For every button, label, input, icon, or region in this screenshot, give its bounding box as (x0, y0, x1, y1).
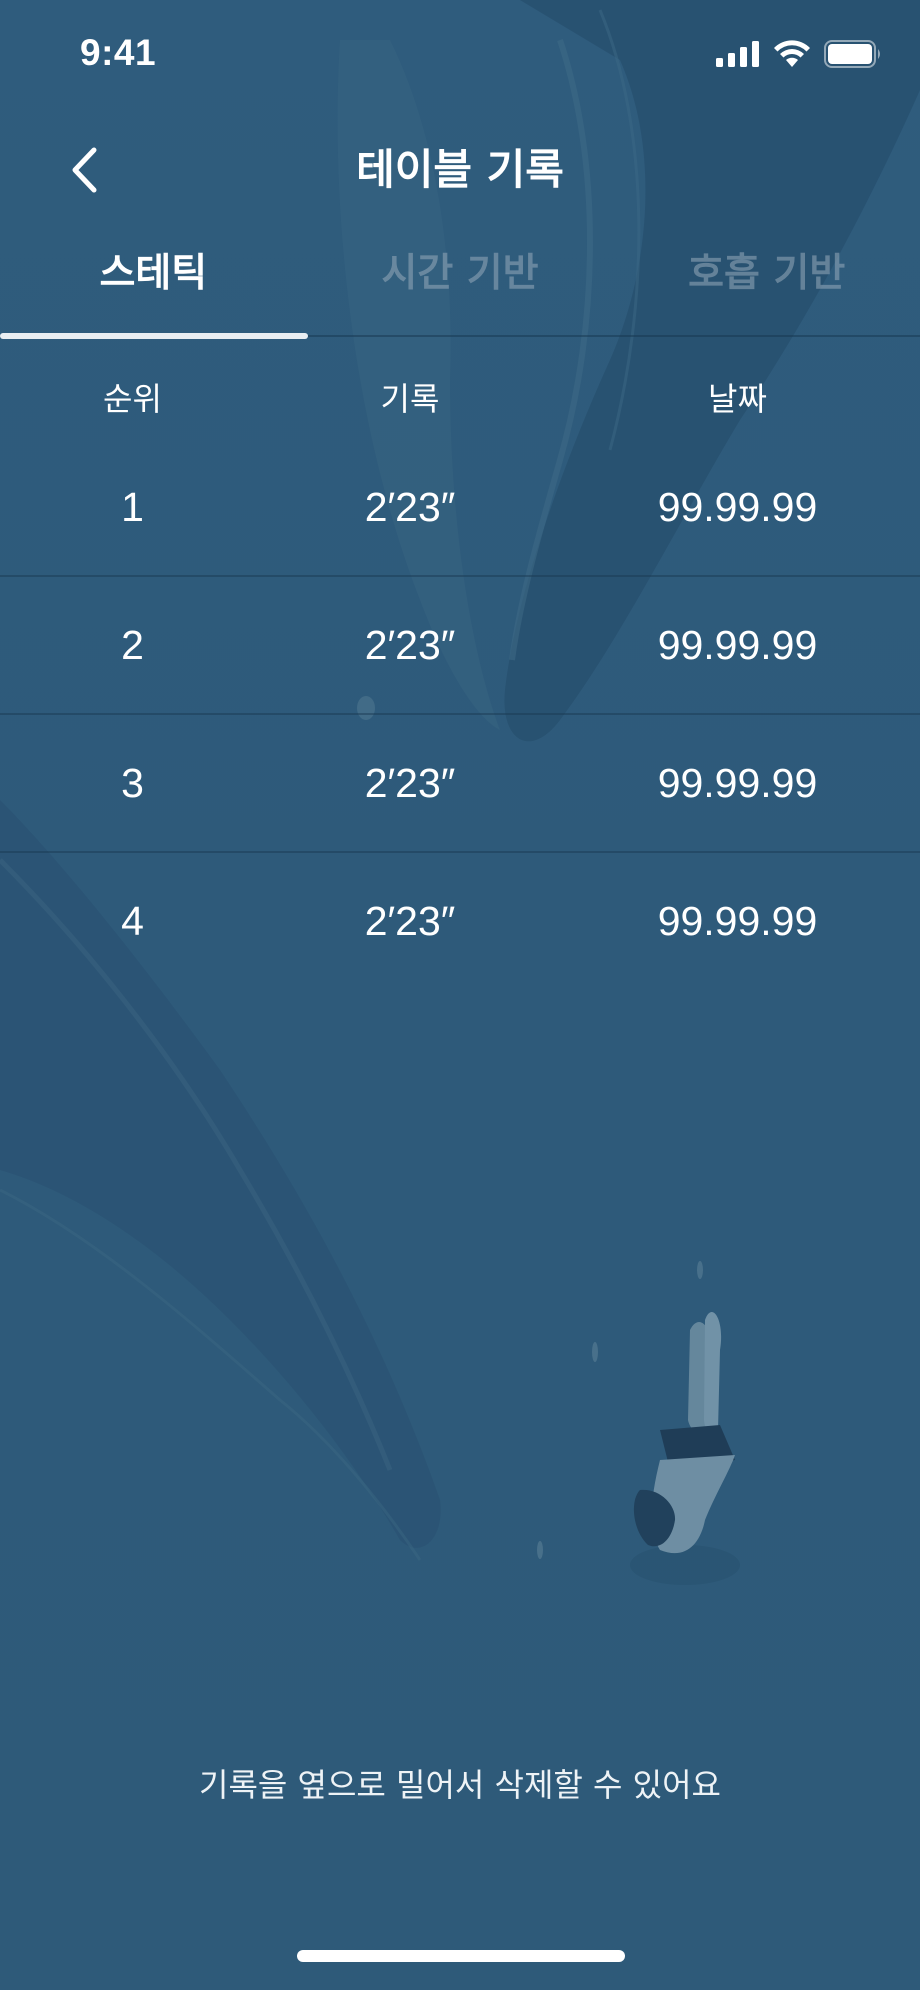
table-row[interactable]: 3 2′23″ 99.99.99 (0, 715, 920, 853)
date-cell: 99.99.99 (657, 483, 818, 530)
navigation-bar: 테이블 기록 (0, 120, 920, 220)
column-header-record: 기록 (380, 380, 440, 418)
home-indicator[interactable] (297, 1950, 625, 1962)
back-button[interactable] (56, 142, 112, 198)
table-row[interactable]: 4 2′23″ 99.99.99 (0, 853, 920, 989)
swipe-to-delete-hint: 기록을 옆으로 밀어서 삭제할 수 있어요 (199, 1766, 721, 1804)
tab-label: 스테틱 (99, 251, 208, 296)
table-row[interactable]: 2 2′23″ 99.99.99 (0, 577, 920, 715)
record-cell: 2′23″ (364, 483, 456, 530)
wifi-icon (774, 40, 810, 67)
table-header: 순위 기록 날짜 (0, 355, 920, 439)
tab-breath-based[interactable]: 호흡 기반 (613, 230, 920, 335)
date-cell: 99.99.99 (657, 897, 818, 944)
records-table: 순위 기록 날짜 1 2′23″ 99.99.99 2 2′23″ 99.99.… (0, 355, 920, 989)
battery-icon (824, 40, 880, 68)
status-bar: 9:41 (0, 0, 920, 110)
tab-static[interactable]: 스테틱 (0, 230, 308, 339)
tab-selected-indicator (0, 333, 308, 339)
tab-time-based[interactable]: 시간 기반 (307, 230, 614, 335)
tab-label: 호흡 기반 (688, 251, 846, 296)
record-cell: 2′23″ (364, 621, 456, 668)
record-cell: 2′23″ (364, 759, 456, 806)
page-title: 테이블 기록 (356, 145, 564, 194)
date-cell: 99.99.99 (657, 621, 818, 668)
column-header-date: 날짜 (708, 380, 767, 418)
status-icons (716, 40, 882, 68)
date-cell: 99.99.99 (657, 759, 818, 806)
tab-bar: 스테틱 시간 기반 호흡 기반 (0, 230, 920, 339)
diver-figure (630, 1311, 740, 1585)
table-row[interactable]: 1 2′23″ 99.99.99 (0, 439, 920, 577)
screen: 9:41 테이블 기록 스테틱 시간 기반 호흡 기반 순위 기록 날짜 1 2… (0, 0, 920, 1990)
tab-label: 시간 기반 (381, 251, 539, 296)
record-cell: 2′23″ (364, 897, 456, 944)
cellular-signal-icon (716, 41, 759, 67)
chevron-left-icon (72, 147, 97, 193)
status-time: 9:41 (80, 32, 157, 73)
